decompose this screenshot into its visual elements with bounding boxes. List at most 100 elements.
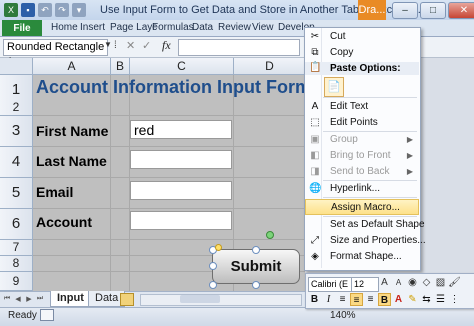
customize-qat-icon[interactable]: ▾ [72, 3, 86, 17]
shrink-font-icon[interactable]: A [392, 276, 405, 290]
zoom-level[interactable]: 140% [330, 310, 356, 321]
shape-effects-icon[interactable]: ▧ [434, 276, 447, 290]
align-center-icon[interactable]: ≡ [350, 293, 363, 306]
shape-outline-icon[interactable]: ◇ [420, 276, 433, 290]
account-field[interactable] [130, 211, 232, 230]
minimize-button[interactable]: – [392, 2, 418, 19]
submit-button[interactable]: Submit [212, 249, 300, 284]
menu-item-assign-macro[interactable]: Assign Macro... [305, 199, 419, 215]
column-header-b[interactable]: B [111, 58, 130, 75]
cancel-entry-icon[interactable]: ✕ [126, 39, 135, 52]
italic-icon[interactable]: I [322, 293, 335, 306]
close-button[interactable]: ✕ [448, 2, 474, 19]
name-box[interactable]: Rounded Rectangle 1 [3, 39, 108, 68]
numbering-icon[interactable]: ⋮ [448, 293, 461, 306]
resize-handle-left[interactable] [209, 262, 217, 270]
font-color-icon[interactable]: A [392, 293, 405, 306]
undo-icon[interactable]: ↶ [38, 3, 52, 17]
shape-fill-icon[interactable]: ◉ [406, 276, 419, 290]
column-header-d[interactable]: D [234, 58, 306, 75]
format-painter-icon[interactable]: 🖌 [448, 276, 461, 290]
bullets-icon[interactable]: ☰ [434, 293, 447, 306]
submenu-arrow-icon: ▶ [406, 167, 413, 176]
menu-item-edit-text[interactable]: A Edit Text [305, 99, 419, 115]
maximize-button[interactable]: □ [420, 2, 446, 19]
grow-font-icon[interactable]: A [378, 276, 391, 290]
bring-to-front-icon: ◧ [310, 150, 320, 161]
gridline [33, 239, 305, 240]
menu-item-set-default-shape[interactable]: Set as Default Shape [305, 217, 425, 233]
menu-separator [323, 97, 417, 98]
menu-item-cut[interactable]: ✂ Cut [305, 29, 419, 45]
sheet-tab-input[interactable]: Input [50, 291, 91, 307]
tab-formulas[interactable]: Formulas [152, 22, 194, 33]
last-sheet-icon[interactable]: ⏭ [35, 293, 45, 304]
tab-view[interactable]: View [252, 22, 274, 33]
last-name-field[interactable] [130, 150, 232, 169]
bold-icon[interactable]: B [308, 293, 321, 306]
tab-page-layout[interactable]: Page Layc [110, 22, 157, 33]
menu-item-copy[interactable]: ⧉ Copy [305, 45, 419, 61]
menu-item-edit-points[interactable]: ⬚ Edit Points [305, 115, 419, 131]
align-right-icon[interactable]: ≡ [364, 293, 377, 306]
confirm-entry-icon[interactable]: ✓ [142, 39, 151, 52]
tab-file[interactable]: File [2, 20, 42, 36]
menu-item-size-properties[interactable]: ⤢ Size and Properties... [305, 233, 426, 249]
save-icon[interactable]: ▪ [21, 3, 35, 17]
tab-data[interactable]: Data [192, 22, 213, 33]
adjust-handle[interactable] [215, 244, 222, 251]
font-size-select[interactable]: 12 [351, 277, 379, 292]
insert-sheet-icon[interactable] [120, 293, 134, 306]
column-header-c[interactable]: C [130, 58, 234, 75]
menu-item-format-shape[interactable]: ◈ Format Shape... [305, 249, 419, 265]
select-all-corner[interactable] [0, 58, 33, 75]
menu-item-hyperlink[interactable]: 🌐 Hyperlink... [305, 181, 419, 197]
resize-handle-top[interactable] [252, 246, 260, 254]
email-label: Email [36, 184, 74, 200]
first-sheet-icon[interactable]: ⏮ [2, 293, 12, 304]
horizontal-scrollbar[interactable] [140, 294, 302, 306]
highlight-icon[interactable]: ✎ [406, 293, 419, 306]
submenu-arrow-icon: ▶ [406, 135, 413, 144]
row-header-9[interactable]: 9 [0, 272, 33, 291]
redo-icon[interactable]: ↷ [55, 3, 69, 17]
row-header-8[interactable]: 8 [0, 256, 33, 272]
drawing-tools-contextual-tab[interactable]: Dra... [358, 0, 386, 20]
menu-item-bring-to-front[interactable]: ◧ Bring to Front ▶ [305, 148, 419, 164]
column-header-a[interactable]: A [33, 58, 111, 75]
horizontal-scroll-thumb[interactable] [180, 295, 220, 303]
name-box-dropdown-icon[interactable]: ▼ [104, 40, 112, 49]
paste-option-button[interactable]: 📄 [324, 77, 344, 97]
bold-toggle-icon[interactable]: B [378, 293, 391, 306]
menu-item-send-to-back[interactable]: ◨ Send to Back ▶ [305, 164, 419, 180]
row-header-2[interactable]: 2 [0, 100, 33, 116]
row-header-3[interactable]: 3 [0, 116, 33, 147]
scissors-icon: ✂ [310, 31, 320, 42]
row-header-4[interactable]: 4 [0, 147, 33, 178]
resize-handle-bottom-left[interactable] [209, 281, 217, 289]
font-name-select[interactable]: Calibri (E [308, 277, 352, 292]
menu-item-group[interactable]: ▣ Group ▶ [305, 132, 419, 148]
row-header-6[interactable]: 6 [0, 209, 33, 240]
tab-home[interactable]: Home [51, 22, 78, 33]
paste-options-header: Paste Options: [305, 62, 419, 75]
text-direction-icon[interactable]: ⇆ [420, 293, 433, 306]
align-left-icon[interactable]: ≡ [336, 293, 349, 306]
prev-sheet-icon[interactable]: ◀ [13, 293, 23, 304]
macro-record-icon[interactable] [40, 309, 54, 321]
rotation-handle[interactable] [266, 231, 274, 239]
row-header-5[interactable]: 5 [0, 178, 33, 209]
formula-input[interactable] [178, 39, 300, 56]
excel-logo-icon[interactable]: X [4, 3, 18, 17]
group-icon: ▣ [310, 134, 320, 145]
first-name-field[interactable]: red [130, 120, 232, 139]
email-field[interactable] [130, 181, 232, 200]
resize-handle-bottom[interactable] [252, 281, 260, 289]
formula-bar-grip-icon: ⁞ [114, 40, 117, 51]
next-sheet-icon[interactable]: ▶ [24, 293, 34, 304]
last-name-label: Last Name [36, 153, 107, 169]
tab-insert[interactable]: Insert [80, 22, 105, 33]
insert-function-button[interactable]: fx [162, 38, 171, 53]
row-header-7[interactable]: 7 [0, 240, 33, 256]
tab-review[interactable]: Review [218, 22, 251, 33]
